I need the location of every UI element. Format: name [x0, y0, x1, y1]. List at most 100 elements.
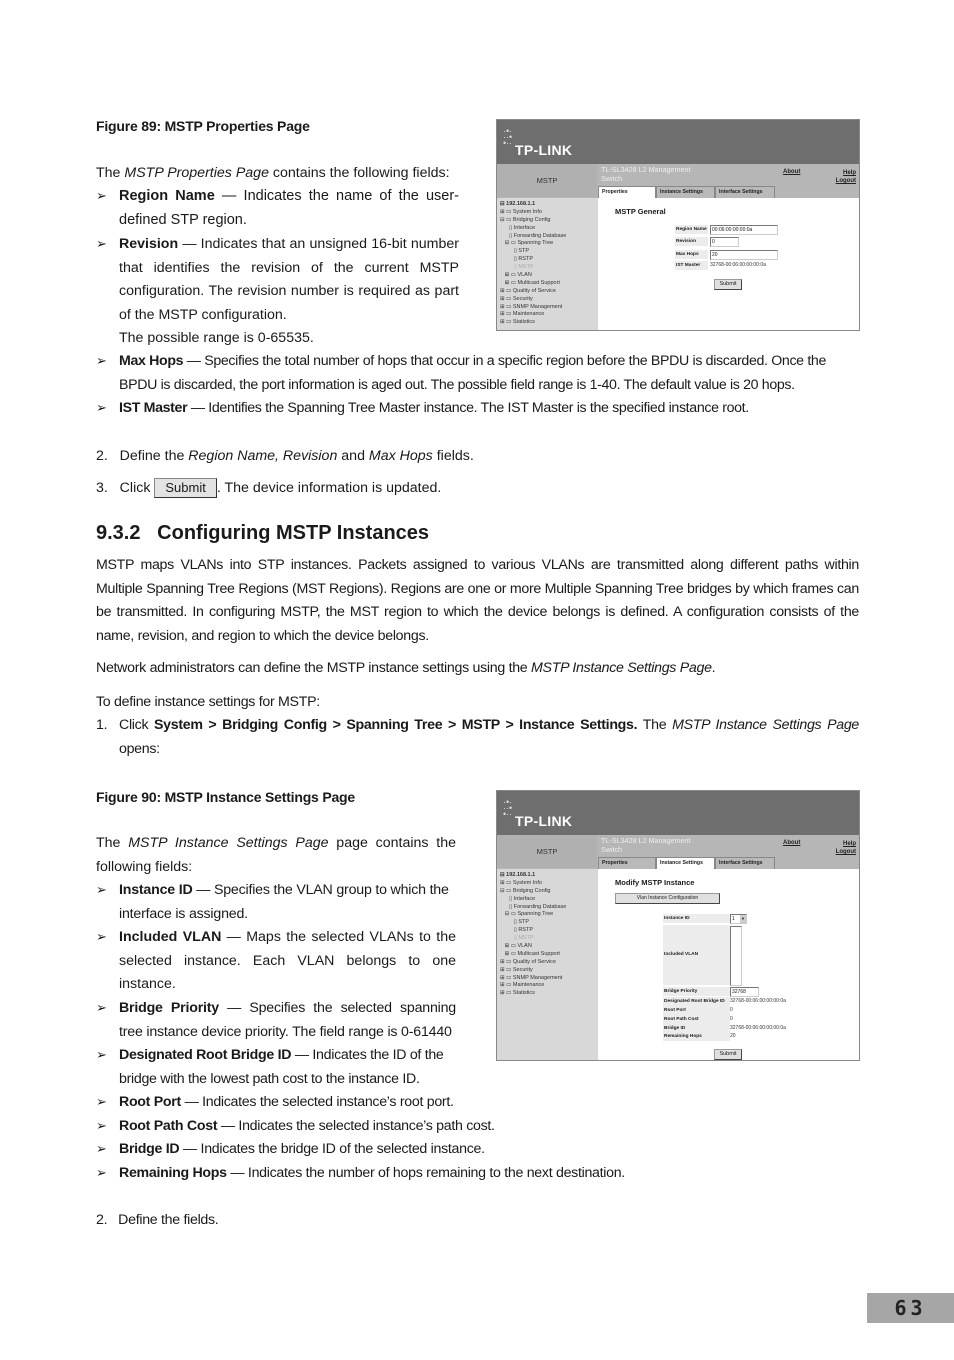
bullet-term: Root Path Cost [119, 1118, 218, 1134]
nav-tree-item[interactable]: ⊟ ▭ Bridging Config [500, 888, 600, 896]
tab-interface-settings[interactable]: Interface Settings [715, 857, 775, 869]
tree-node-icon: ⊞ ▭ [500, 966, 513, 973]
tree-node-label: 192.168.1.1 [506, 201, 536, 207]
nav-tree-item[interactable]: ▯ Forwarding Database [500, 233, 600, 241]
nav-tree-item[interactable]: ⊞ ▭ SNMP Management [500, 304, 600, 312]
bullet-term: IST Master [119, 400, 188, 416]
about-link[interactable]: About [783, 169, 800, 175]
step-text: fields. [432, 448, 474, 464]
module-label: MSTP [497, 835, 597, 868]
nav-tree-item[interactable]: ⊞ ▭ Maintenance [500, 311, 600, 319]
step-1-navigate: Click System > Bridging Config > Spannin… [119, 714, 859, 761]
bullet-term: Revision [119, 236, 179, 252]
bullet-bridge-id: Bridge ID — Indicates the bridge ID of t… [119, 1138, 859, 1162]
included-vlan-listbox[interactable] [730, 926, 742, 986]
tree-node-icon: ⊞ ▭ [500, 990, 513, 997]
bullet-included-vlan: Included VLAN — Maps the selected VLANs … [119, 926, 456, 997]
tab-properties[interactable]: Properties [598, 857, 656, 869]
included-vlan-label: Included VLAN [663, 925, 730, 985]
bullet-root-path-cost: Root Path Cost — Indicates the selected … [119, 1115, 859, 1139]
region-name-input[interactable]: 00:06:00:00:00:0a [710, 225, 778, 235]
tree-node-label: Multicast Support [517, 279, 560, 286]
dropdown-arrow-icon: ▼ [740, 915, 746, 923]
help-link[interactable]: Help [843, 170, 856, 176]
nav-tree-item[interactable]: ⊟ ▭ Spanning Tree [500, 911, 600, 919]
tree-node-icon: ⊞ ▭ [500, 974, 513, 981]
revision-input[interactable]: 0 [710, 237, 739, 247]
nav-tree-item[interactable]: ⊞ ▭ System Info [500, 209, 600, 217]
nav-tree-item[interactable]: ▯ RSTP [500, 256, 600, 264]
bridge-priority-input[interactable]: 32768 [730, 987, 759, 997]
step-text: . The device information is updated. [216, 480, 442, 496]
help-logout-links: Help Logout [836, 169, 856, 185]
nav-tree-item[interactable]: ⊞ ▭ Security [500, 296, 600, 304]
tree-node-label: Spanning Tree [517, 240, 554, 247]
tree-node-icon: ▯ [500, 264, 519, 271]
intro-text: The [96, 835, 129, 851]
revision-label: Revision [675, 237, 708, 246]
tree-node-label: SNMP Management [512, 303, 563, 310]
nav-tree-item[interactable]: ⊞ ▭ Multicast Support [500, 951, 600, 959]
tab-bar: Properties Instance Settings Interface S… [598, 186, 775, 198]
tree-node-label: Maintenance [512, 982, 545, 989]
help-link[interactable]: Help [843, 841, 856, 847]
submit-button[interactable]: Submit [714, 279, 742, 290]
section-paragraph-1: MSTP maps VLANs into STP instances. Pack… [96, 557, 859, 644]
nav-tree-item[interactable]: ⊟ 192.168.1.1 [500, 201, 600, 209]
nav-tree-item[interactable]: ▯ MSTP [500, 935, 600, 943]
header-bar: ·•· ··• •·· TP-LINK [497, 120, 859, 164]
nav-tree-item[interactable]: ⊞ ▭ VLAN [500, 943, 600, 951]
step-text: and [337, 448, 369, 464]
nav-tree-item[interactable]: ⊞ ▭ Security [500, 967, 600, 975]
tab-interface-settings[interactable]: Interface Settings [715, 186, 775, 198]
nav-tree-item[interactable]: ▯ Interface [500, 896, 600, 904]
nav-tree-item[interactable]: ⊞ ▭ Quality of Service [500, 959, 600, 967]
tree-node-icon: ⊞ ▭ [500, 879, 513, 886]
nav-tree-item[interactable]: ⊞ ▭ System Info [500, 880, 600, 888]
figure-89-intro: The MSTP Properties Page contains the fo… [96, 162, 461, 186]
tab-instance-settings[interactable]: Instance Settings [656, 857, 715, 869]
tree-node-label: VLAN [517, 943, 532, 950]
nav-tree-item[interactable]: ⊞ ▭ Quality of Service [500, 288, 600, 296]
bullet-arrow-icon: ➢ [96, 929, 107, 944]
max-hops-input[interactable]: 20 [710, 250, 778, 260]
vlan-instance-config-button[interactable]: Vlan Instance Configuration [615, 893, 720, 904]
step-number: 2. [96, 1212, 108, 1228]
para-emphasis: MSTP Instance Settings Page [531, 660, 712, 676]
nav-tree-item[interactable]: ▯ Forwarding Database [500, 904, 600, 912]
nav-tree-item[interactable]: ⊞ ▭ Multicast Support [500, 280, 600, 288]
nav-tree-item[interactable]: ⊞ ▭ Maintenance [500, 982, 600, 990]
tab-instance-settings[interactable]: Instance Settings [656, 186, 715, 198]
nav-tree-item[interactable]: ⊞ ▭ Statistics [500, 990, 600, 998]
nav-tree-item[interactable]: ⊟ ▭ Bridging Config [500, 217, 600, 225]
root-path-cost-label: Root Path Cost [663, 1015, 730, 1024]
section-paragraph-3: To define instance settings for MSTP: [96, 694, 320, 710]
nav-tree-item[interactable]: ⊞ ▭ Statistics [500, 319, 600, 327]
step-text: The [637, 717, 673, 733]
instance-id-select[interactable]: 1 ▼ [730, 914, 747, 924]
bullet-arrow-icon: ➢ [96, 188, 107, 203]
nav-tree-item[interactable]: ⊞ ▭ SNMP Management [500, 975, 600, 983]
module-label: MSTP [497, 164, 597, 197]
logout-link[interactable]: Logout [836, 178, 856, 184]
nav-tree-item[interactable]: ⊞ ▭ VLAN [500, 272, 600, 280]
bullet-desc: — Indicates the selected instance’s path… [217, 1118, 495, 1134]
step-text: Click [119, 717, 154, 733]
nav-tree-item[interactable]: ▯ Interface [500, 225, 600, 233]
tab-properties[interactable]: Properties [598, 186, 656, 198]
nav-tree-item[interactable]: ⊟ 192.168.1.1 [500, 872, 600, 880]
tree-node-icon: ▯ [500, 903, 514, 910]
tree-node-icon: ⊞ ▭ [500, 303, 513, 310]
about-link[interactable]: About [783, 840, 800, 846]
nav-tree-item[interactable]: ▯ MSTP [500, 264, 600, 272]
nav-tree-item[interactable]: ▯ RSTP [500, 927, 600, 935]
bullet-arrow-icon: ➢ [96, 400, 107, 415]
nav-tree-item[interactable]: ⊟ ▭ Spanning Tree [500, 240, 600, 248]
revision-range-note: The possible range is 0-65535. [119, 330, 314, 346]
logout-link[interactable]: Logout [836, 849, 856, 855]
ist-master-label: IST Master [675, 261, 708, 270]
submit-button[interactable]: Submit [714, 1049, 742, 1060]
nav-tree-item[interactable]: ▯ STP [500, 919, 600, 927]
bullet-term: Bridge Priority [119, 1000, 219, 1016]
nav-tree-item[interactable]: ▯ STP [500, 248, 600, 256]
